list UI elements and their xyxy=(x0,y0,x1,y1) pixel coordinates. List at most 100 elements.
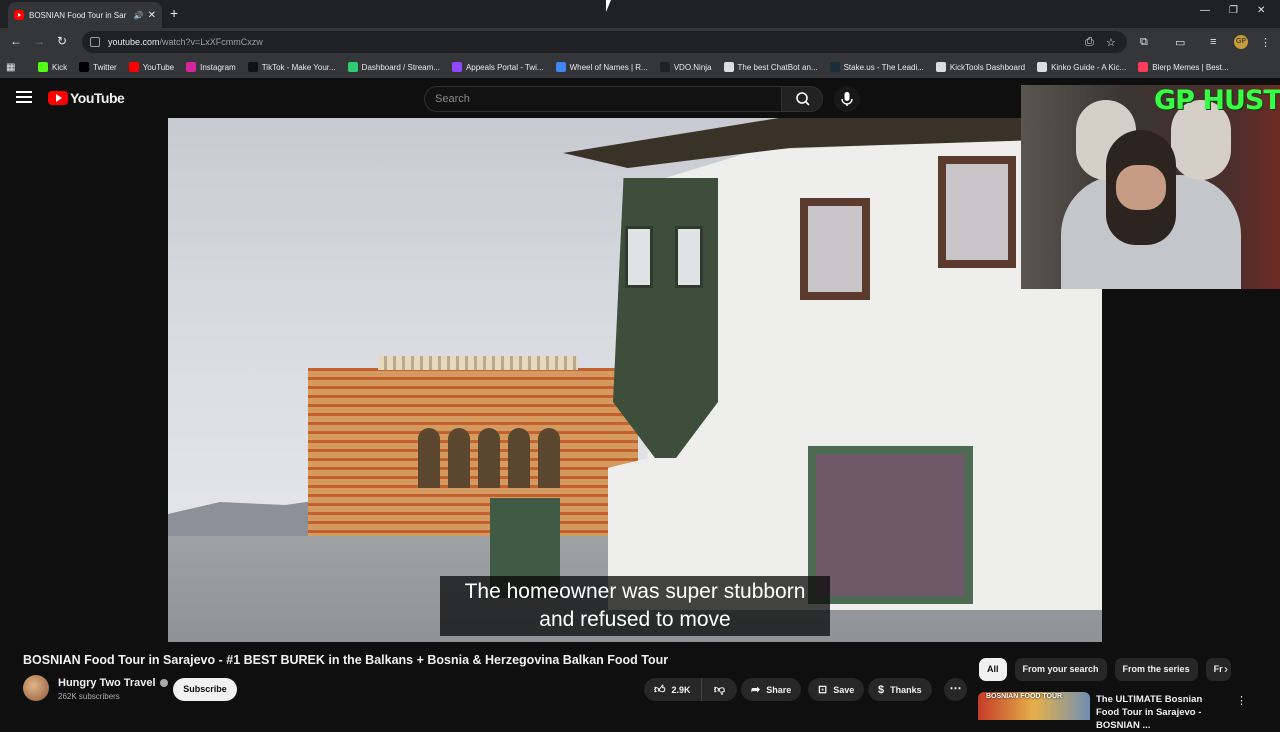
thanks-button[interactable]: $ Thanks xyxy=(868,678,932,701)
bookmark-item[interactable]: Stake.us - The Leadi... xyxy=(829,62,924,72)
profile-avatar[interactable]: GP xyxy=(1234,35,1248,49)
bookmark-label: Instagram xyxy=(200,62,236,72)
minimize-icon[interactable]: — xyxy=(1200,5,1210,16)
tab-title: BOSNIAN Food Tour in Sar xyxy=(29,10,127,20)
bookmark-item[interactable]: Blerp Memes | Best... xyxy=(1138,62,1229,72)
share-button[interactable]: ➦ Share xyxy=(741,678,802,701)
bookmark-item[interactable]: Kinko Guide - A Kic... xyxy=(1037,62,1126,72)
video-frame-city-hall xyxy=(308,356,638,548)
filter-chip[interactable]: From your search xyxy=(1014,658,1107,681)
save-label: Save xyxy=(833,684,855,695)
bookmark-item[interactable]: TikTok - Make Your... xyxy=(247,62,336,72)
bookmark-favicon-icon xyxy=(1138,62,1149,72)
extensions-icon[interactable]: ⧉ xyxy=(1140,36,1148,49)
media-controls-icon[interactable]: ≡ xyxy=(1210,36,1216,48)
bookmark-item[interactable]: Instagram xyxy=(186,62,236,72)
channel-name-text: Hungry Two Travel xyxy=(58,677,156,689)
url-host: youtube.com xyxy=(108,37,160,47)
recommended-video-title[interactable]: The ULTIMATE Bosnian Food Tour in Saraje… xyxy=(1096,693,1228,732)
bookmark-favicon-icon xyxy=(1037,62,1048,72)
bookmark-label: Twitter xyxy=(93,62,117,72)
search-button[interactable] xyxy=(781,86,823,112)
bookmark-favicon-icon xyxy=(79,62,90,72)
speaker-icon[interactable]: 🔊 xyxy=(134,11,144,20)
filter-chip[interactable]: From the series xyxy=(1114,658,1198,681)
microphone-icon xyxy=(841,92,853,106)
video-player[interactable] xyxy=(168,118,1102,642)
bookmark-label: VDO.Ninja xyxy=(673,62,712,72)
bookmark-label: Kinko Guide - A Kic... xyxy=(1051,62,1127,72)
cast-icon[interactable]: ▭ xyxy=(1175,36,1185,49)
install-app-icon[interactable]: ⎙ xyxy=(1085,36,1094,49)
recommendation-chips: All From your search From the series Fr xyxy=(979,658,1239,681)
like-button[interactable]: 👍︎ 2.9K xyxy=(644,678,702,701)
bookmark-label: KickTools Dashboard xyxy=(949,62,1026,72)
bookmark-item[interactable]: Wheel of Names | R... xyxy=(555,62,648,72)
bookmark-item[interactable]: The best ChatBot an... xyxy=(723,62,818,72)
video-frame-window xyxy=(938,156,1016,268)
video-frame-window xyxy=(800,198,870,300)
bookmark-icon: ⊡ xyxy=(818,684,828,696)
thanks-label: Thanks xyxy=(890,684,922,695)
bookmark-label: Stake.us - The Leadi... xyxy=(843,62,924,72)
bookmark-label: TikTok - Make Your... xyxy=(261,62,336,72)
bookmark-item[interactable]: Kick xyxy=(38,62,67,72)
bookmark-favicon-icon xyxy=(247,62,258,72)
bookmark-item[interactable]: Dashboard / Stream... xyxy=(347,62,440,72)
share-arrow-icon: ➦ xyxy=(751,684,761,696)
thumbnail-text: BOSNIAN FOOD TOUR xyxy=(986,693,1063,700)
thumbs-down-icon: 👎︎ xyxy=(713,684,726,696)
apps-grid-icon[interactable]: ▦ xyxy=(6,62,20,73)
bookmark-item[interactable]: Twitter xyxy=(79,62,117,72)
bookmark-favicon-icon xyxy=(451,62,462,72)
close-tab-icon[interactable]: ✕ xyxy=(148,10,156,21)
overlay-brand-text: GP HUSTLA xyxy=(1154,85,1280,116)
bookmark-favicon-icon xyxy=(555,62,566,72)
bookmark-item[interactable]: VDO.Ninja xyxy=(659,62,712,72)
more-actions-button[interactable]: ⋯ xyxy=(944,678,967,701)
bookmark-item[interactable]: YouTube xyxy=(128,62,175,72)
filter-chip[interactable]: All xyxy=(979,658,1007,681)
caption-line-2: and refused to move xyxy=(539,608,731,631)
bookmark-star-icon[interactable]: ☆ xyxy=(1106,36,1116,49)
bookmark-item[interactable]: KickTools Dashboard xyxy=(935,62,1026,72)
dislike-button[interactable]: 👎︎ xyxy=(702,683,737,696)
bookmark-label: YouTube xyxy=(142,62,175,72)
subscriber-count: 262K subscribers xyxy=(58,692,120,701)
close-window-icon[interactable]: ✕ xyxy=(1257,5,1265,16)
bookmark-label: Appeals Portal - Twi... xyxy=(465,62,544,72)
video-captions: The homeowner was super stubborn and ref… xyxy=(440,576,830,636)
menu-hamburger-icon[interactable] xyxy=(16,91,32,106)
bookmark-item[interactable]: Appeals Portal - Twi... xyxy=(451,62,544,72)
browser-menu-icon[interactable]: ⋮ xyxy=(1260,36,1271,49)
caption-line-1: The homeowner was super stubborn xyxy=(464,580,806,603)
url-field[interactable]: youtube.com/watch?v=LxXFcmmCxzw xyxy=(82,31,1127,53)
youtube-wordmark: YouTube xyxy=(70,90,125,106)
back-icon[interactable]: ← xyxy=(10,34,22,48)
bookmark-label: Dashboard / Stream... xyxy=(361,62,440,72)
bookmark-favicon-icon xyxy=(829,62,840,72)
reload-icon[interactable]: ↻ xyxy=(57,34,67,48)
restore-icon[interactable]: ❐ xyxy=(1229,5,1238,16)
chevron-right-icon[interactable]: › xyxy=(1224,662,1228,676)
recommended-video-thumbnail[interactable]: BOSNIAN FOOD TOUR xyxy=(978,692,1090,720)
youtube-logo[interactable]: YouTube xyxy=(48,90,125,106)
youtube-favicon-icon xyxy=(14,10,24,20)
site-info-icon[interactable] xyxy=(90,37,100,47)
recommendation-more-icon[interactable]: ⋮ xyxy=(1236,694,1247,707)
subscribe-button[interactable]: Subscribe xyxy=(173,678,237,701)
browser-tab-active[interactable]: BOSNIAN Food Tour in Sar 🔊 ✕ xyxy=(8,2,162,28)
save-button[interactable]: ⊡ Save xyxy=(808,678,865,701)
forward-icon[interactable]: → xyxy=(33,34,45,48)
new-tab-icon[interactable]: + xyxy=(170,5,178,21)
bookmark-favicon-icon xyxy=(38,62,48,72)
verified-badge-icon xyxy=(159,679,168,688)
share-label: Share xyxy=(766,684,792,695)
bookmark-label: Kick xyxy=(52,62,68,72)
channel-avatar[interactable] xyxy=(23,675,49,701)
voice-search-button[interactable] xyxy=(834,86,860,112)
channel-name[interactable]: Hungry Two Travel xyxy=(58,677,168,689)
bookmark-label: Blerp Memes | Best... xyxy=(1152,62,1229,72)
search-input[interactable]: Search xyxy=(424,86,782,112)
url-path: /watch?v=LxXFcmmCxzw xyxy=(159,37,263,47)
